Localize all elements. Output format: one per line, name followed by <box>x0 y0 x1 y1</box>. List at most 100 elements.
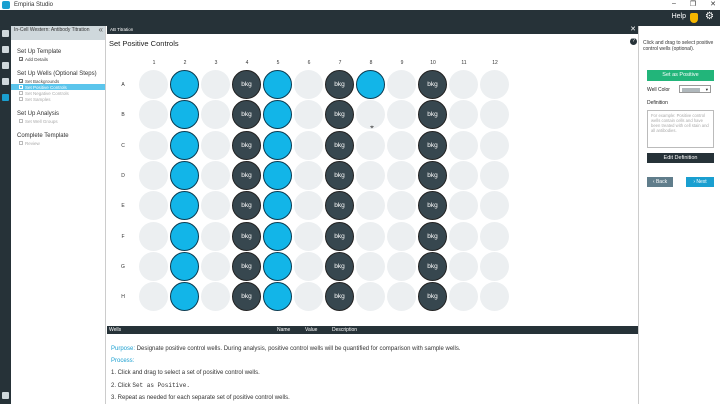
well-empty[interactable] <box>449 160 478 190</box>
collapse-panel-icon[interactable]: « <box>99 26 103 34</box>
well-bkg[interactable]: bkg <box>232 221 261 251</box>
well-bkg[interactable]: bkg <box>232 191 261 221</box>
well-empty[interactable] <box>201 282 230 312</box>
well-bkg[interactable]: bkg <box>418 100 447 130</box>
well-pos[interactable] <box>170 100 199 130</box>
well-pos[interactable] <box>263 130 292 160</box>
well-pos[interactable] <box>263 100 292 130</box>
well-empty[interactable] <box>294 70 323 99</box>
well-empty[interactable] <box>294 130 323 160</box>
well-pos[interactable] <box>170 70 199 99</box>
export-icon[interactable] <box>2 392 9 399</box>
well-empty[interactable] <box>201 130 230 160</box>
well-pos[interactable] <box>170 221 199 251</box>
well-pos[interactable] <box>263 70 292 99</box>
well-empty[interactable] <box>387 160 416 190</box>
well-bkg[interactable]: bkg <box>418 160 447 190</box>
well-empty[interactable] <box>480 70 509 99</box>
well-bkg[interactable]: bkg <box>232 70 261 99</box>
well-empty[interactable] <box>449 191 478 221</box>
row-label[interactable]: F <box>119 234 127 240</box>
well-bkg[interactable]: bkg <box>418 251 447 281</box>
well-bkg[interactable]: bkg <box>418 130 447 160</box>
well-empty[interactable] <box>356 191 385 221</box>
well-empty[interactable] <box>139 130 168 160</box>
gear-icon[interactable]: ⚙ <box>705 12 714 22</box>
row-label[interactable]: A <box>119 82 127 88</box>
well-bkg[interactable]: bkg <box>232 282 261 312</box>
well-empty[interactable] <box>201 191 230 221</box>
well-pos[interactable] <box>170 130 199 160</box>
image-icon[interactable] <box>2 62 9 69</box>
definition-field[interactable]: For example: Positive control wells cont… <box>647 110 714 148</box>
well-bkg[interactable]: bkg <box>325 70 354 99</box>
well-pos[interactable] <box>170 282 199 312</box>
well-empty[interactable] <box>356 251 385 281</box>
well-empty[interactable] <box>139 70 168 99</box>
column-number[interactable]: 12 <box>480 60 510 66</box>
well-empty[interactable] <box>139 251 168 281</box>
set-as-positive-button[interactable]: Set as Positive <box>647 70 714 81</box>
well-empty[interactable] <box>139 221 168 251</box>
notification-icon[interactable] <box>690 13 698 23</box>
step-item[interactable]: Set Well Groups <box>11 118 105 124</box>
edit-definition-button[interactable]: Edit Definition <box>647 153 714 163</box>
well-plate[interactable]: 1 2 3 4 5 6 7 8 9 10 11 12 Abkg bkg bkg Bbkg bkg bkg Cbkg b… <box>107 60 638 350</box>
well-color-select[interactable]: ▾ <box>679 85 711 93</box>
well-pos[interactable] <box>170 160 199 190</box>
well-bkg[interactable]: bkg <box>232 130 261 160</box>
well-pos[interactable] <box>263 191 292 221</box>
row-label[interactable]: G <box>119 264 127 270</box>
column-number[interactable]: 6 <box>294 60 324 66</box>
well-empty[interactable] <box>449 70 478 99</box>
well-empty[interactable] <box>387 191 416 221</box>
well-bkg[interactable]: bkg <box>418 282 447 312</box>
well-empty[interactable] <box>139 100 168 130</box>
column-number[interactable]: 3 <box>201 60 231 66</box>
well-empty[interactable] <box>294 191 323 221</box>
back-button[interactable]: ‹ Back <box>647 177 673 187</box>
well-empty[interactable] <box>449 282 478 312</box>
well-bkg[interactable]: bkg <box>325 282 354 312</box>
well-empty[interactable] <box>139 282 168 312</box>
close-window-button[interactable]: ✕ <box>710 0 716 8</box>
well-empty[interactable] <box>294 251 323 281</box>
step-item[interactable]: ✓ Add Details <box>11 56 105 62</box>
row-label[interactable]: H <box>119 294 127 300</box>
column-number[interactable]: 4 <box>232 60 262 66</box>
well-empty[interactable] <box>294 221 323 251</box>
well-bkg[interactable]: bkg <box>418 191 447 221</box>
template-icon[interactable] <box>2 94 9 101</box>
well-pos[interactable] <box>170 251 199 281</box>
column-header-wells[interactable]: Wells <box>109 326 121 334</box>
column-number[interactable]: 2 <box>170 60 200 66</box>
home-icon[interactable] <box>2 30 9 37</box>
well-bkg[interactable]: bkg <box>325 251 354 281</box>
column-number[interactable]: 7 <box>325 60 355 66</box>
next-button[interactable]: › Next <box>686 177 714 187</box>
well-bkg[interactable]: bkg <box>232 160 261 190</box>
well-empty[interactable] <box>139 191 168 221</box>
well-empty[interactable] <box>387 70 416 99</box>
column-number[interactable]: 9 <box>387 60 417 66</box>
well-empty[interactable] <box>480 221 509 251</box>
well-empty[interactable] <box>201 221 230 251</box>
tab-ab-titration[interactable]: AB Titration <box>107 26 638 34</box>
well-bkg[interactable]: bkg <box>232 100 261 130</box>
well-empty[interactable] <box>449 251 478 281</box>
analysis-icon[interactable] <box>2 78 9 85</box>
well-pos[interactable] <box>170 191 199 221</box>
well-empty[interactable] <box>356 130 385 160</box>
well-empty[interactable] <box>139 160 168 190</box>
column-number[interactable]: 8 <box>356 60 386 66</box>
row-label[interactable]: B <box>119 112 127 118</box>
well-empty[interactable] <box>480 191 509 221</box>
well-empty[interactable] <box>201 160 230 190</box>
well-empty[interactable] <box>294 100 323 130</box>
step-item[interactable]: Set Samples <box>11 96 105 102</box>
folder-icon[interactable] <box>2 46 9 53</box>
well-empty[interactable] <box>480 160 509 190</box>
well-empty[interactable] <box>480 130 509 160</box>
well-pos[interactable] <box>263 221 292 251</box>
well-empty[interactable] <box>387 221 416 251</box>
